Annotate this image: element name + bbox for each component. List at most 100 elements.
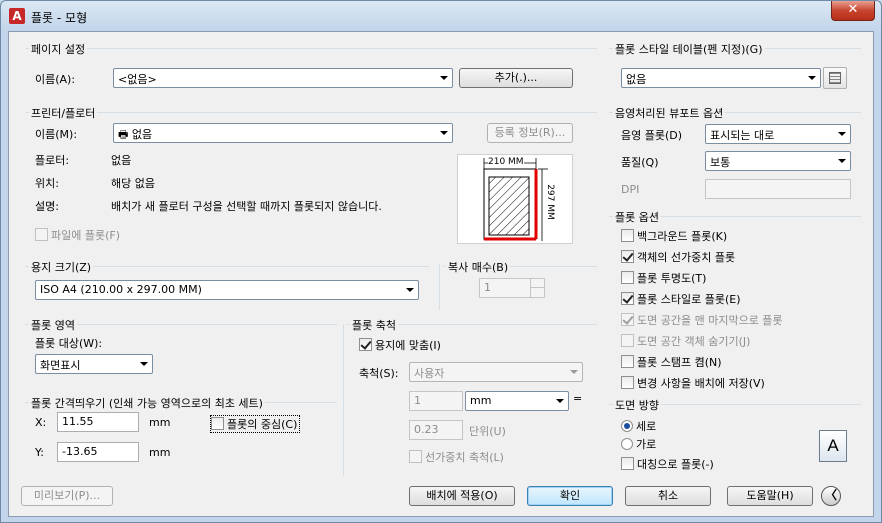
plot-option-checkbox[interactable]: 백그라운드 플롯(K) bbox=[621, 228, 727, 244]
close-button[interactable]: ✕ bbox=[831, 1, 875, 21]
checkbox-box bbox=[621, 376, 634, 389]
ok-button[interactable]: 확인 bbox=[527, 486, 613, 506]
edit-plot-style-button[interactable] bbox=[823, 67, 847, 89]
fit-to-paper-label: 용지에 맞춤(I) bbox=[375, 339, 441, 352]
plot-option-checkbox[interactable]: 도면 공간 객체 숨기기(J) bbox=[621, 333, 750, 349]
checkbox-box bbox=[621, 271, 634, 284]
plot-scale-title: 플롯 축척 bbox=[350, 317, 398, 333]
scale-dropdown[interactable]: 사용자 bbox=[409, 362, 583, 382]
shaded-viewport-title: 음영처리된 뷰포트 옵션 bbox=[613, 105, 726, 121]
paper-size-dropdown[interactable]: ISO A4 (210.00 x 297.00 MM) bbox=[35, 280, 419, 300]
scale-value1-input[interactable]: 1 bbox=[409, 391, 463, 411]
printer-icon: 🖶 bbox=[118, 128, 129, 141]
page-setup-separator bbox=[25, 48, 597, 49]
plotter-properties-button[interactable]: 등록 정보(R)... bbox=[487, 123, 573, 143]
page-setup-name-value: <없음> bbox=[118, 73, 157, 86]
plot-option-label: 객체의 선가중치 플롯 bbox=[637, 251, 736, 264]
plot-option-checkbox[interactable]: 플롯 스탬프 켬(N) bbox=[621, 354, 722, 370]
offset-y-input[interactable]: -13.65 bbox=[57, 442, 139, 462]
checkbox-box bbox=[409, 450, 422, 463]
shade-plot-dropdown[interactable]: 표시되는 대로 bbox=[705, 124, 851, 144]
plot-option-checkbox[interactable]: 플롯 스타일로 플롯(E) bbox=[621, 291, 741, 307]
edit-table-icon bbox=[829, 72, 841, 84]
orientation-preview-icon: A bbox=[819, 430, 847, 462]
chevron-down-icon bbox=[440, 76, 448, 80]
location-label: 위치: bbox=[35, 177, 59, 190]
scale-lineweights-label: 선가중치 축척(L) bbox=[425, 451, 504, 464]
plot-area-title: 플롯 영역 bbox=[29, 317, 77, 333]
checkbox-box bbox=[359, 338, 372, 351]
plot-what-dropdown[interactable]: 화면표시 bbox=[35, 354, 153, 374]
chevron-down-icon bbox=[440, 131, 448, 135]
upside-down-checkbox[interactable]: 대칭으로 플롯(-) bbox=[621, 456, 714, 472]
chevron-down-icon bbox=[406, 288, 414, 292]
title-bar: A 플롯 - 모형 ✕ bbox=[1, 1, 881, 31]
chevron-down-icon bbox=[838, 132, 846, 136]
page-setup-name-label: 이름(A): bbox=[35, 73, 76, 86]
plot-option-checkbox[interactable]: 플롯 투명도(T) bbox=[621, 270, 706, 286]
plot-what-value: 화면표시 bbox=[40, 359, 81, 372]
plot-style-title: 플롯 스타일 테이블(펜 지정)(G) bbox=[613, 41, 765, 57]
page-setup-name-dropdown[interactable]: <없음> bbox=[113, 68, 453, 88]
copies-spinner[interactable]: 1 bbox=[479, 278, 545, 298]
plot-option-label: 플롯 스탬프 켬(N) bbox=[637, 356, 722, 369]
plot-style-dropdown[interactable]: 없음 bbox=[621, 68, 821, 88]
more-options-button[interactable]: 〈 bbox=[821, 486, 841, 506]
offset-x-unit: mm bbox=[149, 416, 171, 429]
plot-what-label: 플롯 대상(W): bbox=[35, 337, 103, 350]
plot-option-checkbox[interactable]: 도면 공간을 맨 마지막으로 플롯 bbox=[621, 312, 783, 328]
checkbox-box bbox=[621, 334, 634, 347]
plotter-separator bbox=[25, 112, 597, 113]
checkbox-box bbox=[35, 228, 48, 241]
copies-title: 복사 매수(B) bbox=[446, 259, 511, 275]
page-setup-title: 페이지 설정 bbox=[29, 41, 88, 57]
plot-option-checkbox[interactable]: 객체의 선가중치 플롯 bbox=[621, 249, 735, 265]
unit-dropdown[interactable]: mm bbox=[465, 391, 569, 411]
plotter-name-dropdown[interactable]: 🖶 없음 bbox=[113, 123, 453, 143]
quality-label: 품질(Q) bbox=[621, 156, 659, 169]
paper-preview: 210 MM 297 MM bbox=[457, 154, 573, 244]
offset-x-input[interactable]: 11.55 bbox=[57, 412, 139, 432]
copies-value: 1 bbox=[484, 281, 491, 294]
plot-to-file-checkbox[interactable]: 파일에 플롯(F) bbox=[35, 227, 120, 243]
cancel-button[interactable]: 취소 bbox=[625, 486, 711, 506]
plot-option-label: 백그라운드 플롯(K) bbox=[637, 230, 728, 243]
autocad-logo-icon: A bbox=[9, 8, 25, 24]
preview-button[interactable]: 미리보기(P)... bbox=[21, 486, 113, 506]
spin-down-icon[interactable] bbox=[530, 288, 544, 297]
checkbox-box bbox=[621, 355, 634, 368]
center-plot-label: 플롯의 중심(C) bbox=[227, 418, 298, 431]
dpi-input[interactable] bbox=[705, 179, 851, 199]
scale-value: 사용자 bbox=[414, 367, 445, 380]
units-label: 단위(U) bbox=[469, 425, 506, 438]
spin-up-icon[interactable] bbox=[530, 279, 544, 288]
portrait-radio[interactable]: 세로 bbox=[621, 418, 656, 434]
help-button[interactable]: 도움말(H) bbox=[727, 486, 813, 506]
scale-value2-input[interactable]: 0.23 bbox=[409, 420, 463, 440]
description-value: 배치가 새 플로터 구성을 선택할 때까지 플롯되지 않습니다. bbox=[111, 200, 382, 213]
shade-plot-value: 표시되는 대로 bbox=[710, 129, 775, 142]
quality-dropdown[interactable]: 보통 bbox=[705, 151, 851, 171]
chevron-down-icon bbox=[838, 159, 846, 163]
checkbox-box bbox=[211, 417, 224, 430]
fit-to-paper-checkbox[interactable]: 용지에 맞춤(I) bbox=[359, 337, 441, 353]
plot-dialog: A 플롯 - 모형 ✕ 페이지 설정 이름(A): <없음> 추가(.)... … bbox=[0, 0, 882, 523]
copies-divider bbox=[439, 264, 440, 310]
apply-to-layout-button[interactable]: 배치에 적용(O) bbox=[409, 486, 515, 506]
plot-option-label: 플롯 스타일로 플롯(E) bbox=[637, 293, 741, 306]
paper-size-title: 용지 크기(Z) bbox=[29, 259, 94, 275]
scale-label: 축척(S): bbox=[359, 367, 399, 380]
landscape-radio[interactable]: 가로 bbox=[621, 436, 656, 452]
add-page-setup-button[interactable]: 추가(.)... bbox=[459, 68, 573, 88]
paper-preview-drawing bbox=[483, 158, 548, 241]
plot-option-checkbox[interactable]: 변경 사항을 배치에 저장(V) bbox=[621, 375, 765, 391]
description-label: 설명: bbox=[35, 200, 59, 213]
plotter-title: 프린터/플로터 bbox=[29, 105, 98, 121]
plot-scale-divider bbox=[343, 324, 344, 476]
shade-plot-label: 음영 플롯(D) bbox=[621, 129, 683, 142]
plot-to-file-label: 파일에 플롯(F) bbox=[51, 229, 121, 242]
center-plot-checkbox[interactable]: 플롯의 중심(C) bbox=[209, 415, 301, 433]
plot-style-value: 없음 bbox=[626, 73, 647, 86]
landscape-label: 가로 bbox=[636, 438, 657, 451]
scale-lineweights-checkbox[interactable]: 선가중치 축척(L) bbox=[409, 449, 504, 465]
